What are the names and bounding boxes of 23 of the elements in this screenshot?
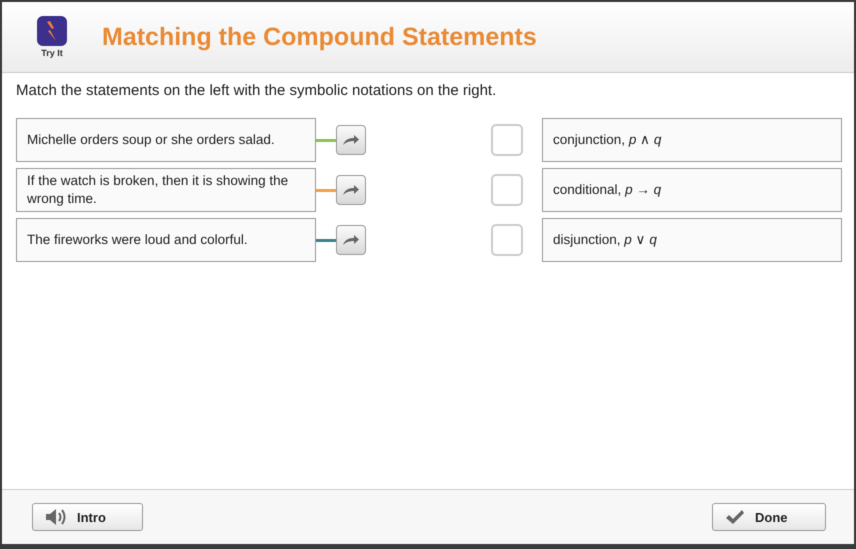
curved-arrow-icon: [342, 134, 360, 146]
logo-icon: [37, 16, 67, 46]
checkmark-icon: [725, 509, 745, 525]
statement-card: The fireworks were loud and colorful.: [16, 218, 316, 262]
match-checkbox[interactable]: [491, 224, 523, 256]
logo-caption: Try It: [41, 48, 63, 58]
notation-card: conditional, p → q: [542, 168, 842, 212]
page-title: Matching the Compound Statements: [102, 22, 537, 52]
arrow-button[interactable]: [336, 225, 366, 255]
match-checkbox[interactable]: [491, 124, 523, 156]
curved-arrow-icon: [342, 184, 360, 196]
curved-arrow-icon: [342, 234, 360, 246]
arrow-button[interactable]: [336, 125, 366, 155]
notation-card: conjunction, p ∧ q: [542, 118, 842, 162]
statement-card: Michelle orders soup or she orders salad.: [16, 118, 316, 162]
statement-card: If the watch is broken, then it is showing the wrong time.: [16, 168, 316, 212]
notation-card: disjunction, p ∨ q: [542, 218, 842, 262]
arrow-button[interactable]: [336, 175, 366, 205]
intro-button[interactable]: Intro: [32, 503, 143, 531]
speaker-icon: [45, 508, 67, 526]
match-checkbox[interactable]: [491, 174, 523, 206]
done-button[interactable]: Done: [712, 503, 826, 531]
instruction-text: Match the statements on the left with the symbolic notations on the right.: [16, 82, 498, 99]
